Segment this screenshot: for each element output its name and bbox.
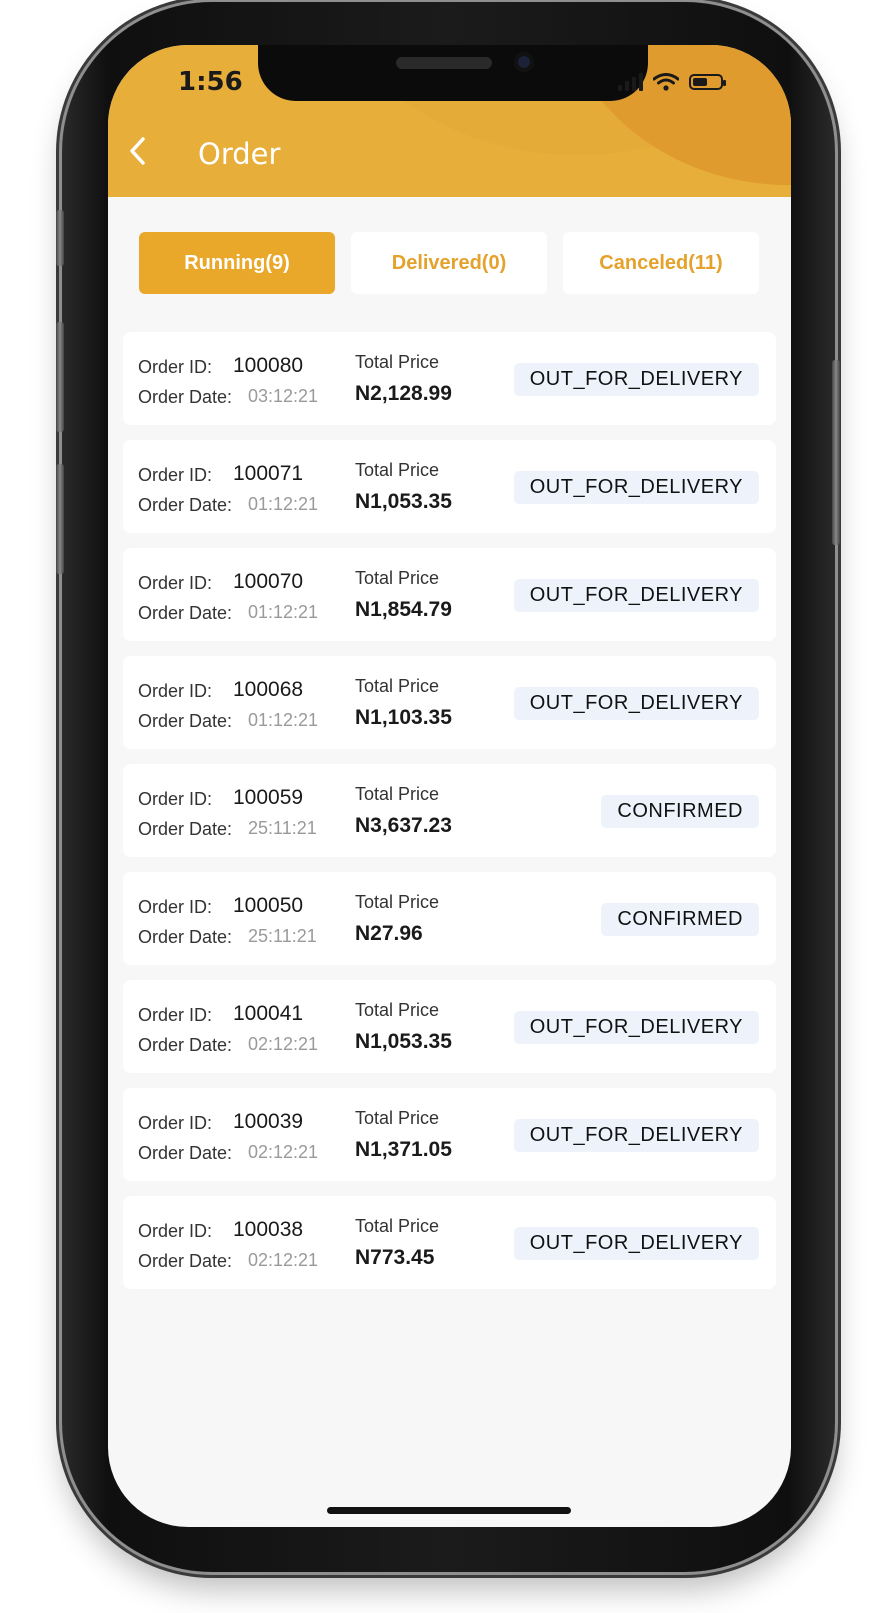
order-id-label: Order ID:: [138, 681, 213, 701]
volume-down-button: [56, 464, 64, 574]
total-price-label: Total Price: [355, 1000, 440, 1020]
chevron-left-icon: [130, 137, 145, 165]
status-bar-time: 1:56: [178, 67, 243, 97]
order-id-label: Order ID:: [138, 1113, 213, 1133]
device-notch: [258, 45, 648, 101]
app-screen: 1:56 Order Running(9) Delivered(0) Cance…: [108, 45, 791, 1527]
order-id-value: 100071: [233, 462, 304, 485]
order-id-label: Order ID:: [138, 357, 213, 377]
total-price-label: Total Price: [355, 892, 440, 912]
total-price-value: N1,103.35: [355, 706, 452, 729]
total-price-value: N3,637.23: [355, 814, 452, 837]
status-badge: OUT_FOR_DELIVERY: [513, 471, 759, 504]
tab-delivered[interactable]: Delivered(0): [351, 232, 547, 294]
order-date-value: 02:12:21: [248, 1142, 319, 1162]
total-price-label: Total Price: [355, 460, 440, 480]
order-date-value: 03:12:21: [248, 386, 319, 406]
tab-canceled[interactable]: Canceled(11): [563, 232, 759, 294]
order-list: Order ID: 100080 Order Date: 03:12:21 To…: [123, 332, 776, 1304]
order-date-label: Order Date:: [138, 1143, 233, 1163]
total-price-label: Total Price: [355, 784, 440, 804]
total-price-label: Total Price: [355, 352, 440, 372]
order-date-label: Order Date:: [138, 819, 233, 839]
battery-icon: [689, 74, 726, 90]
order-date-label: Order Date:: [138, 927, 233, 947]
total-price-value: N27.96: [355, 922, 423, 945]
order-id-label: Order ID:: [138, 789, 213, 809]
status-badge: OUT_FOR_DELIVERY: [513, 363, 759, 396]
order-id-label: Order ID:: [138, 573, 213, 593]
status-badge: CONFIRMED: [601, 903, 759, 936]
order-date-value: 01:12:21: [248, 602, 319, 622]
order-card[interactable]: Order ID: 100071 Order Date: 01:12:21 To…: [123, 440, 776, 533]
total-price-label: Total Price: [355, 676, 440, 696]
wifi-icon: [653, 73, 679, 91]
order-date-value: 02:12:21: [248, 1250, 319, 1270]
order-card[interactable]: Order ID: 100068 Order Date: 01:12:21 To…: [123, 656, 776, 749]
order-date-value: 25:11:21: [248, 926, 317, 946]
front-camera: [514, 52, 534, 72]
mute-switch: [56, 210, 64, 266]
order-date-label: Order Date:: [138, 1035, 233, 1055]
order-card[interactable]: Order ID: 100059 Order Date: 25:11:21 To…: [123, 764, 776, 857]
total-price-value: N1,053.35: [355, 490, 452, 513]
order-card[interactable]: Order ID: 100041 Order Date: 02:12:21 To…: [123, 980, 776, 1073]
home-indicator[interactable]: [327, 1507, 571, 1514]
order-id-value: 100038: [233, 1218, 304, 1241]
back-button[interactable]: [120, 133, 156, 169]
order-card[interactable]: Order ID: 100039 Order Date: 02:12:21 To…: [123, 1088, 776, 1181]
order-status-tabs: Running(9) Delivered(0) Canceled(11): [139, 232, 759, 294]
order-date-label: Order Date:: [138, 387, 233, 407]
order-date-value: 25:11:21: [248, 818, 317, 838]
total-price-value: N1,053.35: [355, 1030, 452, 1053]
order-id-label: Order ID:: [138, 1221, 213, 1241]
total-price-label: Total Price: [355, 1108, 440, 1128]
power-button: [832, 360, 840, 545]
order-id-value: 100068: [233, 678, 304, 701]
status-badge: OUT_FOR_DELIVERY: [513, 579, 759, 612]
order-card[interactable]: Order ID: 100080 Order Date: 03:12:21 To…: [123, 332, 776, 425]
order-card[interactable]: Order ID: 100050 Order Date: 25:11:21 To…: [123, 872, 776, 965]
tab-running[interactable]: Running(9): [139, 232, 335, 294]
total-price-value: N2,128.99: [355, 382, 452, 405]
volume-up-button: [56, 322, 64, 432]
order-id-label: Order ID:: [138, 465, 213, 485]
order-date-label: Order Date:: [138, 603, 233, 623]
status-bar-icons: [618, 67, 726, 97]
order-date-value: 01:12:21: [248, 494, 319, 514]
order-date-value: 01:12:21: [248, 710, 319, 730]
status-badge: OUT_FOR_DELIVERY: [513, 1119, 759, 1152]
speaker-grille: [396, 57, 492, 69]
order-card[interactable]: Order ID: 100038 Order Date: 02:12:21 To…: [123, 1196, 776, 1289]
order-id-value: 100070: [233, 570, 304, 593]
total-price-value: N1,371.05: [355, 1138, 452, 1161]
order-id-label: Order ID:: [138, 1005, 213, 1025]
total-price-value: N773.45: [355, 1246, 435, 1269]
order-date-label: Order Date:: [138, 495, 233, 515]
status-badge: OUT_FOR_DELIVERY: [513, 1011, 759, 1044]
page-title: Order: [198, 137, 281, 171]
total-price-value: N1,854.79: [355, 598, 452, 621]
total-price-label: Total Price: [355, 1216, 440, 1236]
order-date-value: 02:12:21: [248, 1034, 319, 1054]
order-id-value: 100080: [233, 354, 304, 377]
status-badge: CONFIRMED: [601, 795, 759, 828]
order-date-label: Order Date:: [138, 711, 233, 731]
app-header: 1:56 Order: [108, 45, 791, 197]
order-date-label: Order Date:: [138, 1251, 233, 1271]
cellular-signal-icon: [618, 73, 643, 91]
order-id-value: 100039: [233, 1110, 304, 1133]
status-badge: OUT_FOR_DELIVERY: [513, 1227, 759, 1260]
order-id-value: 100041: [233, 1002, 304, 1025]
order-id-value: 100059: [233, 786, 304, 809]
status-badge: OUT_FOR_DELIVERY: [513, 687, 759, 720]
total-price-label: Total Price: [355, 568, 440, 588]
order-id-value: 100050: [233, 894, 304, 917]
order-id-label: Order ID:: [138, 897, 213, 917]
order-card[interactable]: Order ID: 100070 Order Date: 01:12:21 To…: [123, 548, 776, 641]
